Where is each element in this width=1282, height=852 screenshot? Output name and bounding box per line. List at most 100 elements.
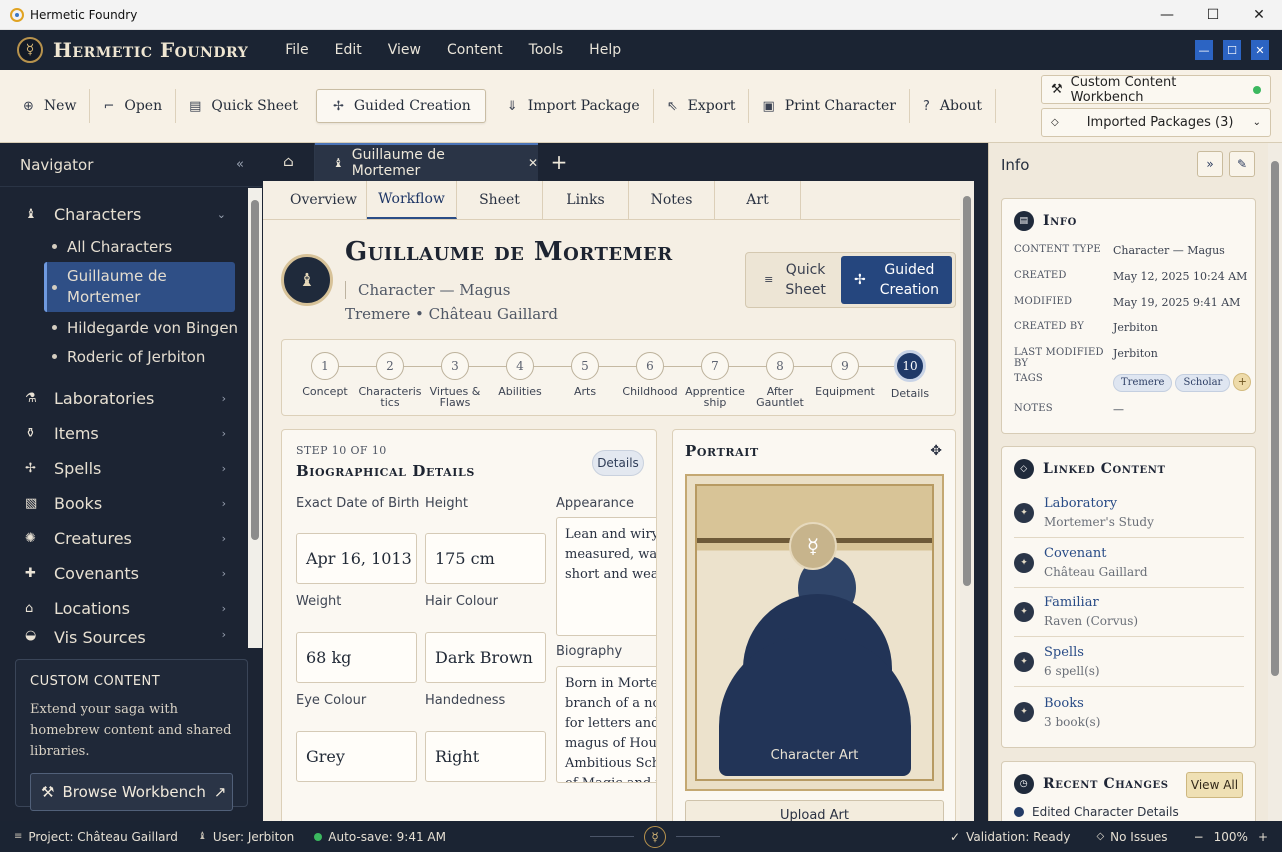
menu-file[interactable]: File (282, 42, 311, 58)
import-package-button[interactable]: ⇓ Import Package (494, 89, 654, 123)
app-minimize-button[interactable]: — (1195, 40, 1213, 60)
tag-scholar[interactable]: Scholar (1175, 374, 1231, 392)
dob-field[interactable]: Apr 16, 1013 (296, 533, 417, 584)
view-all-button[interactable]: View All (1186, 772, 1243, 798)
workflow-step[interactable]: 8 After Gauntlet (745, 352, 815, 408)
tag-tremere[interactable]: Tremere (1113, 374, 1173, 392)
move-icon[interactable]: ✥ (930, 443, 942, 459)
os-maximize-button[interactable]: ☐ (1190, 0, 1236, 30)
open-button[interactable]: ⌐ Open (90, 89, 177, 123)
nav-label: Books (54, 494, 103, 513)
quick-sheet-button[interactable]: ▤ Quick Sheet (176, 89, 311, 123)
custom-content-workbench-button[interactable]: ⚒ Custom Content Workbench (1041, 75, 1271, 105)
nav-character-hildegarde[interactable]: Hildegarde von Bingen (0, 313, 248, 342)
workflow-step[interactable]: 6 Childhood (615, 352, 685, 397)
new-tab-button[interactable]: + (538, 143, 580, 181)
zoom-out-button[interactable]: − (1194, 830, 1204, 844)
eye-field[interactable]: Grey (296, 731, 417, 782)
nav-vis-sources[interactable]: ◒ Vis Sources › (0, 626, 248, 646)
menu-tools[interactable]: Tools (526, 42, 567, 58)
os-minimize-button[interactable]: — (1144, 0, 1190, 30)
nav-books[interactable]: ▧ Books › (0, 486, 248, 521)
nav-spells[interactable]: ✢ Spells › (0, 451, 248, 486)
linked-item-covenant[interactable]: ✦ Covenant Château Gaillard (1014, 538, 1244, 588)
browse-workbench-button[interactable]: ⚒ Browse Workbench ↗ (30, 773, 233, 811)
tab-guillaume[interactable]: ♝ Guillaume de Mortemer ✕ (315, 143, 538, 181)
linked-item-familiar[interactable]: ✦ Familiar Raven (Corvus) (1014, 587, 1244, 637)
app-close-button[interactable]: ✕ (1251, 40, 1269, 60)
menu-content[interactable]: Content (444, 42, 506, 58)
imported-packages-dropdown[interactable]: ◇ Imported Packages (3) ⌄ (1041, 108, 1271, 137)
status-autosave-text: Auto-save: 9:41 AM (328, 829, 446, 844)
nav-character-roderic[interactable]: Roderic of Jerbiton (0, 342, 248, 371)
app-maximize-button[interactable]: ☐ (1223, 40, 1241, 60)
nav-characters[interactable]: ♝ Characters ⌄ (0, 197, 248, 232)
items-icon: ⚱ (25, 426, 36, 441)
step-label: After Gauntlet (745, 386, 815, 408)
print-character-button[interactable]: ▣ Print Character (749, 89, 910, 123)
menu-edit[interactable]: Edit (332, 42, 365, 58)
tab-art[interactable]: Art (715, 181, 801, 219)
step-label-line: Childhood (622, 385, 678, 398)
info-panel-scrollbar[interactable] (1268, 143, 1282, 821)
workflow-step[interactable]: 5 Arts (550, 352, 620, 397)
recent-change-item[interactable]: Edited Character Details (1014, 805, 1179, 819)
linked-item-spells[interactable]: ✦ Spells 6 spell(s) (1014, 637, 1244, 687)
scroll-thumb[interactable] (251, 200, 259, 540)
workflow-step[interactable]: 10 Details (875, 350, 945, 399)
guided-creation-mode-button[interactable]: ✢ Guided Creation (841, 256, 952, 304)
nav-character-guillaume[interactable]: Guillaume de Mortemer (44, 262, 235, 312)
zoom-in-button[interactable]: + (1258, 830, 1268, 844)
collapse-icon[interactable]: « (236, 157, 244, 172)
scroll-thumb[interactable] (1271, 161, 1279, 676)
linked-item-books[interactable]: ✦ Books 3 book(s) (1014, 687, 1244, 737)
guided-creation-button[interactable]: ✢ Guided Creation (315, 89, 486, 123)
export-button[interactable]: ⇖ Export (654, 89, 750, 123)
document-tab-bar: ⌂ ♝ Guillaume de Mortemer ✕ + (263, 143, 974, 181)
quick-sheet-mode-button[interactable]: ≡ Quick Sheet (749, 256, 841, 304)
menu-help[interactable]: Help (586, 42, 624, 58)
about-button[interactable]: ? About (910, 89, 997, 123)
info-value: — (1113, 403, 1124, 416)
workflow-step[interactable]: 3 Virtues & Flaws (420, 352, 490, 408)
weight-field[interactable]: 68 kg (296, 632, 417, 683)
height-field[interactable]: 175 cm (425, 533, 546, 584)
tab-sheet[interactable]: Sheet (457, 181, 543, 219)
workflow-step[interactable]: 1 Concept (290, 352, 360, 397)
portrait-frame[interactable]: ☿ Character Art (685, 474, 944, 791)
nav-all-characters[interactable]: All Characters (0, 232, 248, 261)
menu-view[interactable]: View (385, 42, 424, 58)
add-tag-button[interactable]: + (1233, 373, 1252, 391)
tab-notes[interactable]: Notes (629, 181, 715, 219)
os-close-button[interactable]: ✕ (1236, 0, 1282, 30)
nav-creatures[interactable]: ✺ Creatures › (0, 521, 248, 556)
workflow-step[interactable]: 7 Apprentice ship (680, 352, 750, 408)
tab-overview[interactable]: Overview (281, 181, 367, 219)
upload-art-button[interactable]: Upload Art (685, 800, 944, 821)
appearance-textarea[interactable]: Lean and wiry b measured, watc short and… (556, 517, 656, 636)
hair-field[interactable]: Dark Brown (425, 632, 546, 683)
new-button[interactable]: ⊕ New (10, 89, 91, 123)
expand-panel-icon[interactable]: » (1197, 151, 1223, 177)
chevron-right-icon: › (221, 497, 226, 510)
main-scrollbar[interactable] (960, 181, 974, 821)
nav-items[interactable]: ⚱ Items › (0, 416, 248, 451)
workflow-step[interactable]: 2 Characteris tics (355, 352, 425, 408)
status-issues[interactable]: ◇ No Issues (1096, 830, 1167, 844)
nav-locations[interactable]: ⌂ Locations › (0, 591, 248, 626)
home-tab-icon[interactable]: ⌂ (263, 143, 315, 181)
tab-workflow[interactable]: Workflow (367, 181, 457, 219)
edit-pencil-icon[interactable]: ✎ (1229, 151, 1255, 177)
nav-laboratories[interactable]: ⚗ Laboratories › (0, 381, 248, 416)
navigator-scrollbar[interactable] (248, 188, 262, 648)
scroll-thumb[interactable] (963, 196, 971, 586)
workflow-step[interactable]: 4 Abilities (485, 352, 555, 397)
tab-links[interactable]: Links (543, 181, 629, 219)
nav-covenants[interactable]: ✚ Covenants › (0, 556, 248, 591)
linked-item-laboratory[interactable]: ✦ Laboratory Mortemer's Study (1014, 488, 1244, 538)
biography-textarea[interactable]: Born in Mortem branch of a nob for lette… (556, 666, 656, 783)
handedness-field[interactable]: Right (425, 731, 546, 782)
workflow-step[interactable]: 9 Equipment (810, 352, 880, 397)
close-tab-icon[interactable]: ✕ (528, 156, 538, 170)
nav-label: Vis Sources (54, 628, 146, 646)
